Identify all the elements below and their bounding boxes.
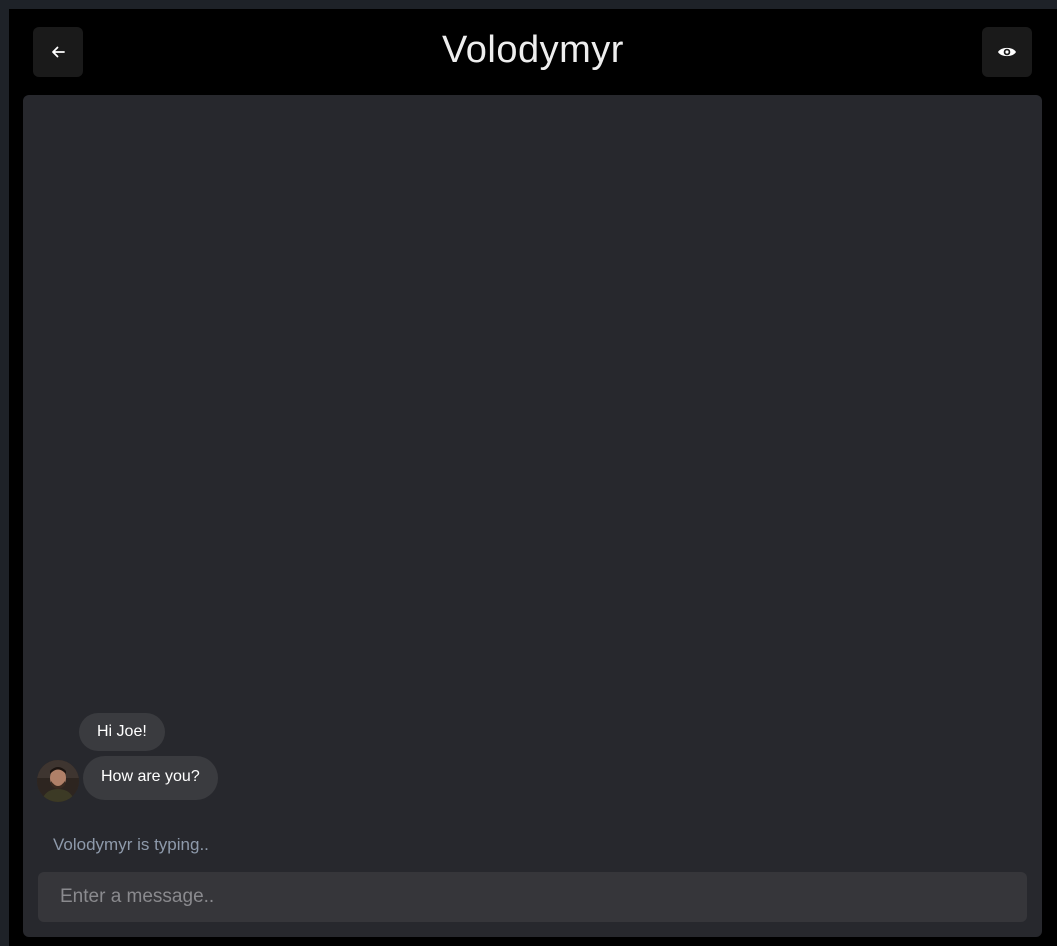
chat-window: Volodymyr Hi Joe! How are you? Volodymyr… — [9, 9, 1057, 946]
message-bubble: Hi Joe! — [79, 713, 165, 751]
eye-icon — [997, 45, 1017, 59]
chat-header: Volodymyr — [9, 9, 1057, 95]
message-bubble: How are you? — [83, 756, 218, 800]
typing-indicator: Volodymyr is typing.. — [53, 835, 209, 854]
avatar — [37, 760, 79, 802]
message-input[interactable] — [38, 872, 1027, 922]
message-area: Hi Joe! How are you? Volodymyr is typing… — [23, 95, 1042, 937]
page-title: Volodymyr — [442, 29, 624, 71]
view-profile-button[interactable] — [982, 27, 1032, 77]
